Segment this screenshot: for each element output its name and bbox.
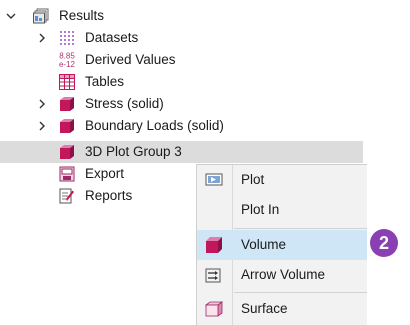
datasets-icon <box>59 30 75 46</box>
chevron-right-icon[interactable] <box>36 93 48 115</box>
tree-label-3d-plot-group-3: 3D Plot Group 3 <box>85 144 182 159</box>
menu-item-arrow-volume[interactable]: Arrow Volume <box>197 260 367 290</box>
tree-label-export: Export <box>85 166 125 181</box>
tree-label-boundary-loads: Boundary Loads (solid) <box>85 118 224 133</box>
tree-label-tables: Tables <box>85 74 125 89</box>
menu-label-plot: Plot <box>241 172 265 187</box>
chevron-right-icon[interactable] <box>36 27 48 49</box>
svg-text:e-12: e-12 <box>59 60 76 69</box>
tree-label-results: Results <box>59 8 105 23</box>
volume-icon <box>205 236 223 254</box>
menu-label-surface: Surface <box>241 301 288 316</box>
menu-label-volume: Volume <box>241 237 287 252</box>
plot-group-icon <box>59 144 75 160</box>
chevron-right-icon[interactable] <box>36 115 48 137</box>
report-icon <box>59 188 75 204</box>
arrow-volume-icon <box>205 266 223 284</box>
menu-label-plot-in: Plot In <box>241 202 280 217</box>
table-icon <box>59 74 75 90</box>
menu-item-plot[interactable]: Plot <box>197 165 367 195</box>
derived-values-icon: 8.85 e-12 <box>56 51 78 70</box>
plot-group-icon <box>59 118 75 134</box>
tree-label-derived-values: Derived Values <box>85 52 176 67</box>
menu-item-volume[interactable]: Volume <box>197 230 367 260</box>
menu-separator <box>234 292 367 293</box>
menu-item-surface[interactable]: Surface <box>197 294 367 324</box>
plot-icon <box>205 171 223 189</box>
tree-label-stress-solid: Stress (solid) <box>85 96 164 111</box>
menu-item-plot-in[interactable]: Plot In <box>197 195 367 225</box>
plot-group-icon <box>59 96 75 112</box>
export-icon <box>59 166 75 182</box>
chevron-down-icon[interactable] <box>5 5 17 27</box>
tree-label-reports: Reports <box>85 188 133 203</box>
results-icon <box>33 8 49 24</box>
menu-label-arrow-volume: Arrow Volume <box>241 267 326 282</box>
step-badge: 2 <box>370 229 398 257</box>
surface-icon <box>204 300 224 318</box>
context-menu: Plot Plot In Volume Arrow Volume Surface <box>196 164 367 325</box>
tree-label-datasets: Datasets <box>85 30 139 45</box>
menu-separator <box>234 228 367 229</box>
